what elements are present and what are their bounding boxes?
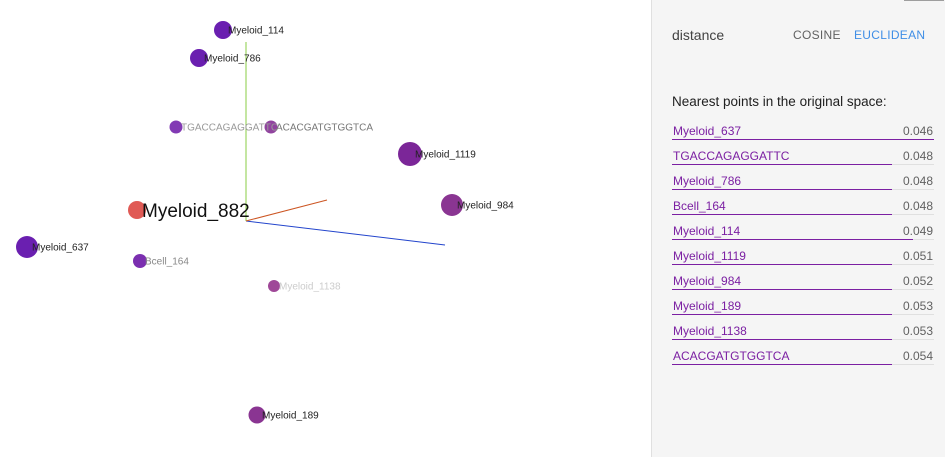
neighbor-name[interactable]: Bcell_164 (673, 199, 726, 213)
point-label: Myeloid_1138 (279, 282, 341, 293)
neighbor-distance-bar (672, 139, 934, 140)
point-label: Myeloid_984 (457, 201, 514, 212)
projector-app: Myeloid_114 Myeloid_786 TGACCAGAGGATTC ACAC… (0, 0, 945, 457)
point-label: Myeloid_637 (32, 243, 89, 254)
neighbor-distance: 0.053 (902, 299, 933, 313)
neighbor-name[interactable]: Myeloid_984 (673, 274, 741, 288)
neighbor-row[interactable]: ACACGATGTGGTCA 0.054 (672, 343, 934, 368)
neighbor-row[interactable]: Myeloid_114 0.049 (672, 218, 934, 243)
point-label: Myeloid_1119 (415, 150, 476, 161)
points-layer: Myeloid_114 Myeloid_786 TGACCAGAGGATTCACAC… (16, 21, 514, 424)
neighbor-row[interactable]: Myeloid_984 0.052 (672, 268, 934, 293)
point-label: Myeloid_189 (262, 411, 319, 422)
nearest-points-title: Nearest points in the original space: (672, 94, 887, 109)
neighbor-distance: 0.053 (902, 324, 933, 338)
point-label: Bcell_164 (145, 257, 189, 268)
neighbor-row[interactable]: Myeloid_637 0.046 (672, 118, 934, 143)
neighbor-name[interactable]: Myeloid_1119 (673, 249, 746, 263)
neighbor-distance: 0.046 (902, 124, 933, 138)
neighbor-row[interactable]: Bcell_164 0.048 (672, 193, 934, 218)
neighbor-distance: 0.049 (902, 224, 933, 238)
euclidean-button[interactable]: EUCLIDEAN (854, 28, 925, 42)
cosine-button[interactable]: COSINE (793, 28, 841, 42)
embedding-3d-viewport[interactable]: Myeloid_114 Myeloid_786 TGACCAGAGGATTC ACAC… (0, 0, 651, 457)
neighbor-distance: 0.051 (902, 249, 933, 263)
neighbor-distance-bar (672, 189, 893, 190)
neighbor-name[interactable]: ACACGATGTGGTCA (673, 349, 789, 363)
point-label: ACACGATGTGGTCA (276, 123, 373, 134)
neighbor-name[interactable]: Myeloid_786 (673, 174, 741, 188)
panel-divider (904, 0, 944, 1)
neighbor-distance: 0.054 (902, 349, 933, 363)
neighbor-distance: 0.048 (902, 149, 933, 163)
neighbor-name[interactable]: Myeloid_189 (673, 299, 741, 313)
neighbor-distance-bar (672, 214, 893, 215)
neighbor-distance-bar (672, 289, 893, 290)
neighbor-distance-bar (672, 364, 893, 365)
axis-x-line (245, 220, 446, 246)
neighbor-distance-bar (672, 264, 893, 265)
point-label: Myeloid_786 (204, 54, 261, 65)
nearest-neighbor-list: Myeloid_637 0.046 TGACCAGAGGATTC 0.048 M… (672, 118, 934, 368)
neighbor-name[interactable]: Myeloid_637 (673, 124, 741, 138)
neighbor-distance-bar (672, 164, 893, 165)
inspector-panel: distance COSINE EUCLIDEAN Nearest points… (651, 0, 945, 457)
neighbor-distance-bar (672, 314, 893, 315)
neighbor-row[interactable]: Myeloid_189 0.053 (672, 293, 934, 318)
distance-metric-row: distance COSINE EUCLIDEAN (652, 24, 945, 48)
neighbor-name[interactable]: Myeloid_114 (673, 224, 740, 238)
neighbor-row[interactable]: Myeloid_786 0.048 (672, 168, 934, 193)
neighbor-row[interactable]: Myeloid_1119 0.051 (672, 243, 934, 268)
neighbor-distance-bar (672, 239, 914, 240)
neighbor-distance: 0.048 (902, 199, 933, 213)
neighbor-name[interactable]: TGACCAGAGGATTC (673, 149, 789, 163)
point-label: TGACCAGAGGATTC (181, 123, 278, 134)
distance-label: distance (672, 27, 725, 43)
neighbor-distance-bar (672, 339, 893, 340)
scatter-scene[interactable]: Myeloid_114 Myeloid_786 TGACCAGAGGATTCACAC… (0, 0, 651, 457)
neighbor-row[interactable]: Myeloid_1138 0.053 (672, 318, 934, 343)
point-label: Myeloid_882 (142, 201, 250, 222)
point-label: Myeloid_114 (228, 26, 284, 37)
neighbor-distance: 0.048 (902, 174, 933, 188)
axis-z-line (245, 199, 328, 222)
neighbor-distance: 0.052 (902, 274, 933, 288)
neighbor-row[interactable]: TGACCAGAGGATTC 0.048 (672, 143, 934, 168)
neighbor-name[interactable]: Myeloid_1138 (673, 324, 747, 338)
